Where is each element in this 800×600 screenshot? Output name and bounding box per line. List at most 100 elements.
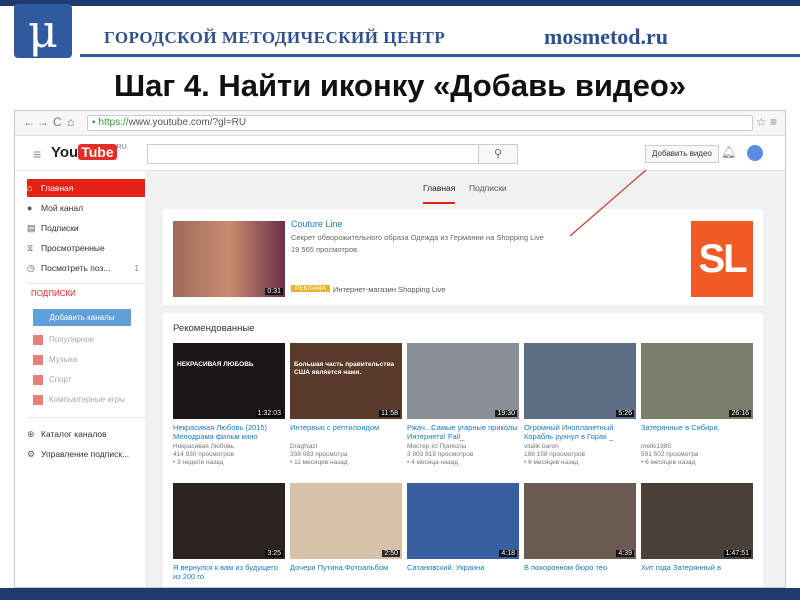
bell-icon[interactable]: 🔔︎ xyxy=(721,145,736,159)
video-card[interactable]: 2:50 Дочери Путина.Фотоальбом xyxy=(290,483,402,587)
mgm-logo: μ xyxy=(14,4,72,58)
video-duration: 2:50 xyxy=(382,550,400,557)
sidebar-category-music[interactable]: Музыка xyxy=(33,351,145,369)
video-age: • 3 недели назад xyxy=(173,459,224,466)
video-title[interactable]: Дочери Путина.Фотоальбом xyxy=(290,563,402,572)
video-thumbnail[interactable]: 2:50 xyxy=(290,483,402,559)
sidebar-item-subscriptions[interactable]: ▤ Подписки xyxy=(27,219,145,237)
video-title[interactable]: Ржач...Самые угарные приколы Интернета! … xyxy=(407,423,519,441)
video-title[interactable]: Хит года Затерянный в xyxy=(641,563,753,572)
video-card[interactable]: 1:47:51 Хит года Затерянный в xyxy=(641,483,753,587)
url-scheme: https:// xyxy=(98,117,129,128)
slide-title: Шаг 4. Найти иконку «Добавь видео» xyxy=(113,68,687,103)
video-title[interactable]: Я вернулся к вам из будущего из 200 го xyxy=(173,563,285,581)
video-duration: 5:26 xyxy=(616,410,634,417)
video-thumbnail[interactable]: 4:39 xyxy=(524,483,636,559)
org-title: ГОРОДСКОЙ МЕТОДИЧЕСКИЙ ЦЕНТР xyxy=(104,28,446,47)
video-duration: 26:16 xyxy=(729,410,751,417)
sidebar-item-channel-catalog[interactable]: ⊕ Каталог каналов xyxy=(27,425,145,443)
youtube-logo[interactable]: You Tube RU xyxy=(51,144,127,162)
tab-subscriptions[interactable]: Подписки xyxy=(469,183,507,193)
video-thumbnail[interactable]: 26:16 xyxy=(641,343,753,419)
browser-toolbar: ← → C ⌂ ▪ https://www.youtube.com/?gl=RU … xyxy=(15,111,785,136)
sidebar-item-my-channel[interactable]: ● Мой канал xyxy=(27,199,145,217)
tab-home[interactable]: Главная xyxy=(423,183,456,204)
sidebar-category-popular[interactable]: Популярное xyxy=(33,331,145,349)
youtube-header: ≡ You Tube RU ⚲ Добавить видео 🔔︎ xyxy=(15,136,785,171)
video-card[interactable]: Большая часть правительства США является… xyxy=(290,343,402,466)
add-channels-button[interactable]: Добавить каналы xyxy=(33,309,131,326)
subscriptions-heading: ПОДПИСКИ xyxy=(31,289,76,298)
sidebar-item-manage-subscriptions[interactable]: ⚙ Управление подписк... xyxy=(27,445,145,463)
video-thumbnail[interactable]: 5:26 xyxy=(524,343,636,419)
sidebar-item-history[interactable]: ⧖ Просмотренные xyxy=(27,239,145,257)
main-content: 0:31 Couture Line Секрет обворожительног… xyxy=(163,209,763,587)
video-card[interactable]: 19:30 Ржач...Самые угарные приколы Интерн… xyxy=(407,343,519,466)
video-thumbnail[interactable]: 1:47:51 xyxy=(641,483,753,559)
search-input[interactable] xyxy=(147,144,479,164)
video-age: • 4 месяца назад xyxy=(407,459,459,466)
ad-banner[interactable]: 0:31 Couture Line Секрет обворожительног… xyxy=(163,209,763,305)
video-thumbnail[interactable]: Большая часть правительства США является… xyxy=(290,343,402,419)
video-title[interactable]: Интервью с рептилоидом xyxy=(290,423,402,432)
video-title[interactable]: Некрасивая Любовь (2015) Мелодрама фильм… xyxy=(173,423,285,441)
logo-region: RU xyxy=(116,144,127,151)
plus-circle-icon: ⊕ xyxy=(27,429,35,439)
recommended-heading: Рекомендованные xyxy=(173,323,255,334)
video-views: 186 158 просмотров xyxy=(524,451,585,458)
video-card[interactable]: НЕКРАСИВАЯ ЛЮБОВЬ 1:32:03 Некрасивая Любов… xyxy=(173,343,285,466)
sidebar-item-label: Управление подписк... xyxy=(41,449,130,459)
video-thumbnail[interactable]: 4:18 xyxy=(407,483,519,559)
video-age: • 6 месяцев назад xyxy=(641,459,696,466)
category-label: Компьютерные игры xyxy=(49,395,125,404)
video-channel[interactable]: metki1985 xyxy=(641,443,671,450)
sidebar-divider xyxy=(27,417,145,418)
video-card[interactable]: 4:18 Сатановский. Украина xyxy=(407,483,519,587)
video-title[interactable]: Огромный Инопланетный Корабль рухнул в Г… xyxy=(524,423,636,441)
gear-icon: ⚙ xyxy=(27,449,36,459)
sidebar-item-label: Каталог каналов xyxy=(41,429,107,439)
video-card[interactable]: 3:25 Я вернулся к вам из будущего из 200 … xyxy=(173,483,285,587)
upload-video-button[interactable]: Добавить видео xyxy=(645,145,719,163)
ad-title[interactable]: Couture Line xyxy=(291,219,343,229)
video-channel[interactable]: Мистер Icl Приколы xyxy=(407,443,466,450)
video-card[interactable]: 5:26 Огромный Инопланетный Корабль рухнул… xyxy=(524,343,636,466)
sidebar-category-sport[interactable]: Спорт xyxy=(33,371,145,389)
video-views: 591 502 просмотра xyxy=(641,451,699,458)
ad-thumbnail[interactable]: 0:31 xyxy=(173,221,285,297)
avatar[interactable] xyxy=(747,145,763,161)
video-title[interactable]: В похоронном бюро тео xyxy=(524,563,636,572)
subscriptions-icon: ▤ xyxy=(27,223,36,233)
bottom-bar xyxy=(0,588,800,600)
reload-icon[interactable]: C xyxy=(53,115,62,129)
sidebar-item-home[interactable]: ⌂ Главная xyxy=(27,179,145,197)
browser-menu-icons[interactable]: ☆ ≡ xyxy=(756,115,777,129)
category-label: Музыка xyxy=(49,355,78,364)
video-channel[interactable]: vitalik baron xyxy=(524,443,559,450)
video-thumbnail[interactable]: 3:25 xyxy=(173,483,285,559)
ad-description: Секрет обворожительного образа Одежда из… xyxy=(291,233,544,242)
advertiser-logo[interactable]: SL xyxy=(691,221,753,297)
video-thumbnail[interactable]: НЕКРАСИВАЯ ЛЮБОВЬ 1:32:03 xyxy=(173,343,285,419)
forward-icon[interactable]: → xyxy=(37,115,49,129)
video-card[interactable]: 26:16 Затерянные в Сибири. metki1985 591 50… xyxy=(641,343,753,466)
video-duration: 1:47:51 xyxy=(723,550,751,557)
sidebar-item-watch-later[interactable]: ◷ Посмотреть поз... 1 xyxy=(27,259,145,277)
address-bar[interactable]: ▪ https://www.youtube.com/?gl=RU xyxy=(87,115,753,131)
video-channel[interactable]: DragNazi xyxy=(290,443,317,450)
search-icon[interactable]: ⚲ xyxy=(478,144,518,164)
ad-badge: РЕКЛАМА xyxy=(291,285,330,292)
video-duration: 4:18 xyxy=(499,550,517,557)
video-card[interactable]: 4:39 В похоронном бюро тео xyxy=(524,483,636,587)
video-grid: НЕКРАСИВАЯ ЛЮБОВЬ 1:32:03 Некрасивая Любов… xyxy=(173,343,763,587)
video-title[interactable]: Затерянные в Сибири. xyxy=(641,423,753,432)
recommended-section: Рекомендованные НЕКРАСИВАЯ ЛЮБОВЬ 1:32:03… xyxy=(163,313,763,587)
video-channel[interactable]: Некрасивая Любовь xyxy=(173,443,234,450)
sidebar-category-games[interactable]: Компьютерные игры xyxy=(33,391,145,409)
video-views: 3 803 819 просмотров xyxy=(407,451,474,458)
video-thumbnail[interactable]: 19:30 xyxy=(407,343,519,419)
hamburger-menu-icon[interactable]: ≡ xyxy=(33,146,41,162)
back-icon[interactable]: ← xyxy=(23,115,35,129)
home-icon[interactable]: ⌂ xyxy=(67,115,74,129)
video-title[interactable]: Сатановский. Украина xyxy=(407,563,519,572)
